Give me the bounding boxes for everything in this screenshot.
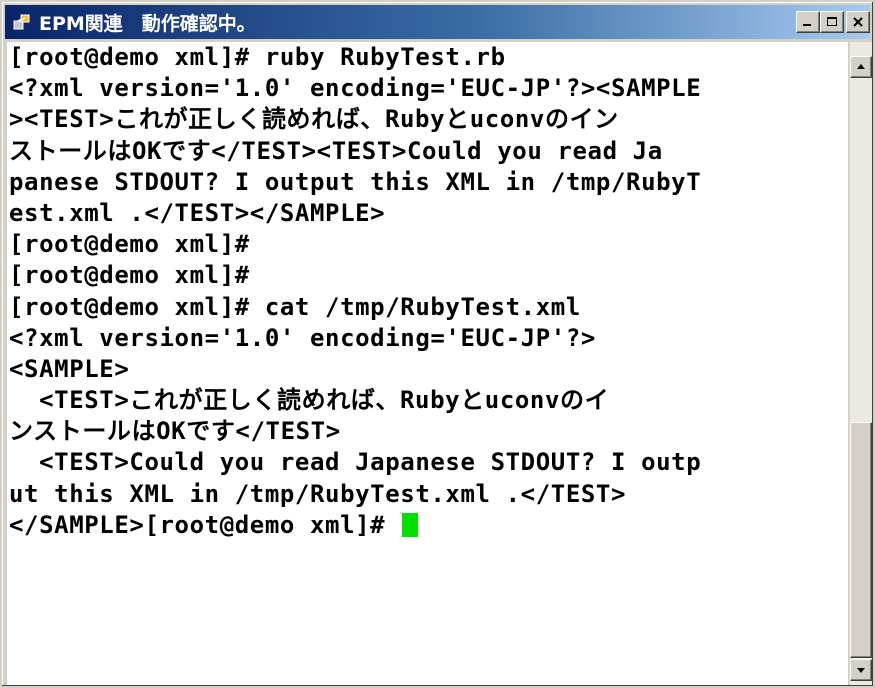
- terminal-output[interactable]: [root@demo xml]# ruby RubyTest.rb <?xml …: [7, 42, 848, 685]
- terminal-line: <?xml version='1.0' encoding='EUC-JP'?>: [9, 323, 596, 352]
- arrow-down-icon: [857, 668, 865, 673]
- terminal-window: EPM関連 動作確認中。 [root@demo xml]# ruby RubyT…: [0, 0, 875, 688]
- minimize-icon: [803, 24, 811, 26]
- title-bar[interactable]: EPM関連 動作確認中。: [5, 5, 870, 39]
- maximize-icon: [827, 17, 837, 26]
- scrollbar-thumb[interactable]: [850, 422, 872, 658]
- terminal-line: <TEST>これが正しく読めれば、Rubyとuconvのイ: [9, 386, 610, 415]
- text-cursor: [402, 512, 419, 537]
- close-icon: [853, 17, 863, 27]
- terminal-line: ut this XML in /tmp/RubyTest.xml .</TEST…: [9, 479, 627, 508]
- arrow-up-icon: [857, 64, 865, 69]
- terminal-line: ストールはOKです</TEST><TEST>Could you read Ja: [9, 136, 663, 165]
- terminal-line: [root@demo xml]#: [9, 261, 250, 290]
- scroll-up-button[interactable]: [850, 56, 872, 78]
- terminal-line: ンストールはOKです</TEST>: [9, 417, 341, 446]
- terminal-line: <TEST>Could you read Japanese STDOUT? I …: [9, 448, 702, 477]
- vertical-scrollbar[interactable]: [850, 42, 872, 685]
- terminal-prompt-line: </SAMPLE>[root@demo xml]#: [7, 510, 848, 541]
- terminal-line: <?xml version='1.0' encoding='EUC-JP'?><…: [9, 74, 702, 103]
- terminal-line: est.xml .</TEST></SAMPLE>: [9, 198, 386, 227]
- terminal-line: <SAMPLE>: [9, 354, 130, 383]
- maximize-button[interactable]: [820, 11, 844, 33]
- terminal-line: panese STDOUT? I output this XML in /tmp…: [9, 167, 702, 196]
- terminal-line: [root@demo xml]# ruby RubyTest.rb: [9, 43, 506, 71]
- terminal-line: [root@demo xml]# cat /tmp/RubyTest.xml: [9, 292, 581, 321]
- scroll-down-button[interactable]: [850, 659, 872, 681]
- close-button[interactable]: [846, 11, 870, 33]
- terminal-line: [root@demo xml]#: [9, 230, 250, 259]
- terminal-line: ><TEST>これが正しく読めれば、Rubyとuconvのイン: [9, 105, 619, 134]
- window-title: EPM関連 動作確認中。: [39, 12, 256, 35]
- terminal-prompt-text: </SAMPLE>[root@demo xml]#: [9, 510, 401, 539]
- terminal-app-icon[interactable]: [11, 11, 33, 33]
- minimize-button[interactable]: [796, 11, 820, 33]
